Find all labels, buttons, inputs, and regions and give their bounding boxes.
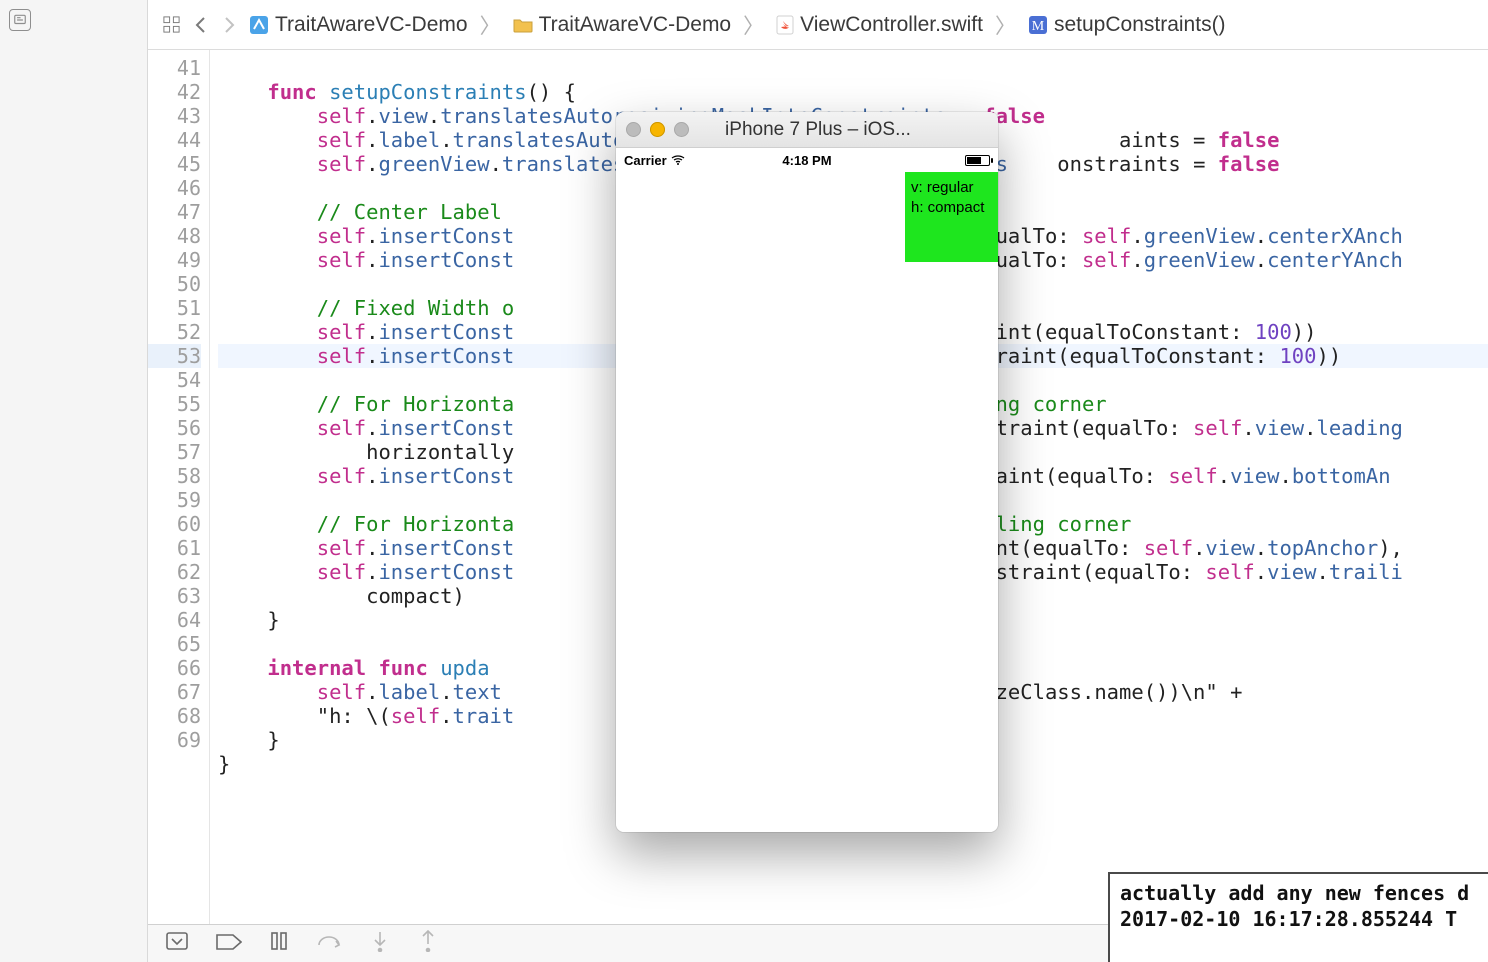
- simulator-title: iPhone 7 Plus – iOS...: [698, 119, 988, 141]
- traffic-zoom-icon[interactable]: [674, 122, 689, 137]
- breadcrumb-group[interactable]: TraitAwareVC-Demo: [513, 13, 732, 37]
- chevron-right-icon: 〉: [995, 10, 1016, 40]
- hide-debug-area-icon[interactable]: [166, 932, 188, 956]
- breadcrumb-file[interactable]: ViewController.swift: [776, 13, 983, 37]
- traffic-minimize-icon[interactable]: [650, 122, 665, 137]
- forward-button[interactable]: [221, 15, 237, 35]
- console-output[interactable]: actually add any new fences d 2017-02-10…: [1108, 872, 1488, 962]
- console-line: 2017-02-10 16:17:28.855244 T: [1120, 906, 1478, 932]
- simulator-window[interactable]: iPhone 7 Plus – iOS... Carrier 4:18 PM: [616, 112, 998, 832]
- green-view-line2: h: compact: [911, 198, 984, 218]
- svg-text:M: M: [1032, 19, 1045, 34]
- swift-file-icon: [776, 15, 794, 35]
- issue-navigator-icon[interactable]: [9, 9, 31, 31]
- chevron-right-icon: 〉: [480, 10, 501, 40]
- step-out-icon[interactable]: [418, 930, 438, 958]
- breadcrumb-file-label: ViewController.swift: [800, 13, 983, 37]
- line-gutter: 4142434445464748495051525354555657585960…: [148, 50, 210, 924]
- green-view: v: regular h: compact: [905, 172, 998, 262]
- simulator-screen[interactable]: Carrier 4:18 PM v: regular h: compact: [616, 148, 998, 832]
- green-view-line1: v: regular: [911, 178, 974, 198]
- breadcrumb-project-label: TraitAwareVC-Demo: [275, 13, 468, 37]
- step-over-icon[interactable]: [316, 931, 342, 957]
- carrier-label: Carrier: [624, 153, 667, 168]
- method-icon: M: [1028, 15, 1048, 35]
- pause-icon[interactable]: [270, 931, 288, 957]
- xcode-project-icon: [249, 15, 269, 35]
- breadcrumb-group-label: TraitAwareVC-Demo: [539, 13, 732, 37]
- back-button[interactable]: [193, 15, 209, 35]
- chevron-right-icon: 〉: [743, 10, 764, 40]
- related-items-icon[interactable]: [162, 15, 181, 34]
- breadcrumb-project[interactable]: TraitAwareVC-Demo: [249, 13, 468, 37]
- battery-icon: [965, 155, 990, 166]
- traffic-close-icon[interactable]: [626, 122, 641, 137]
- breakpoints-icon[interactable]: [216, 932, 242, 956]
- breadcrumb-symbol[interactable]: M setupConstraints(): [1028, 13, 1226, 37]
- code-line[interactable]: func setupConstraints() {: [218, 80, 1488, 104]
- console-line: actually add any new fences d: [1120, 880, 1478, 906]
- code-line[interactable]: [218, 56, 1488, 80]
- wifi-icon: [671, 153, 685, 168]
- breadcrumb-bar: TraitAwareVC-Demo 〉 TraitAwareVC-Demo 〉 …: [148, 0, 1488, 50]
- simulator-titlebar[interactable]: iPhone 7 Plus – iOS...: [616, 112, 998, 148]
- step-into-icon[interactable]: [370, 930, 390, 958]
- folder-icon: [513, 17, 533, 33]
- breadcrumb-symbol-label: setupConstraints(): [1054, 13, 1226, 37]
- navigator-strip: [0, 0, 148, 962]
- ios-status-bar: Carrier 4:18 PM: [616, 148, 998, 172]
